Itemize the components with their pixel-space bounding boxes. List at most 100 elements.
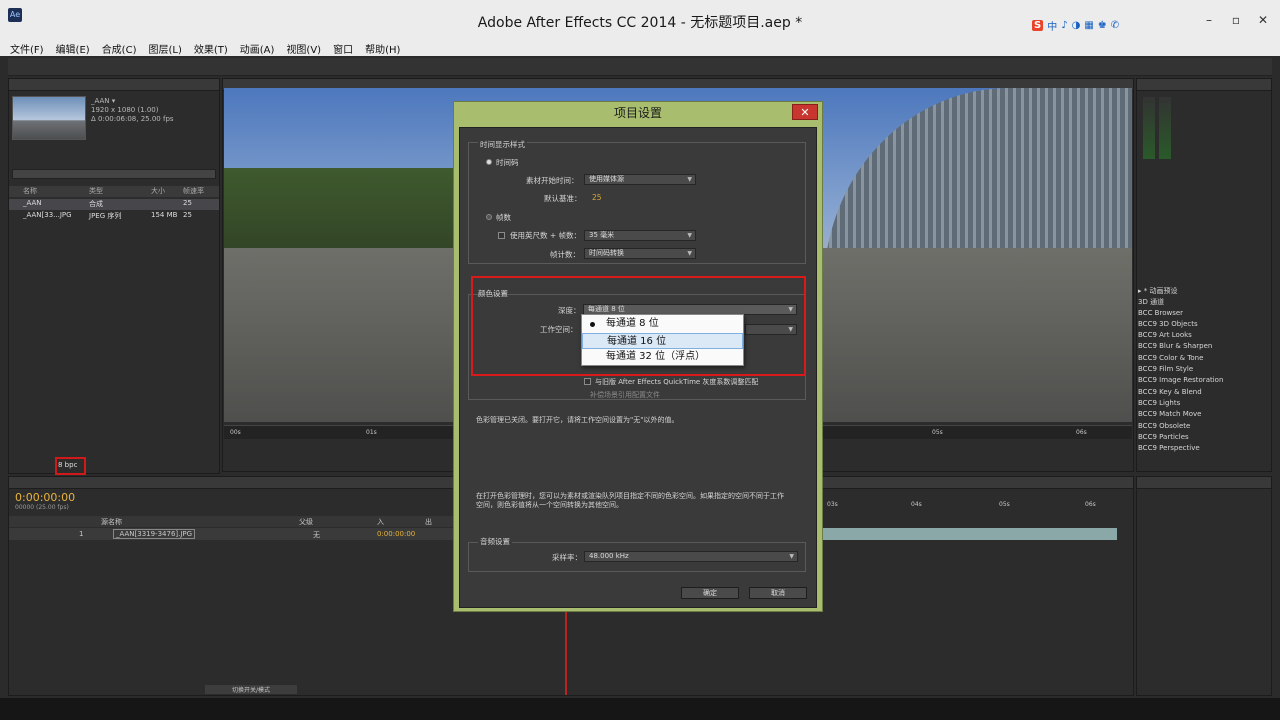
default-base-label: 默认基准： <box>544 194 582 203</box>
effect-item[interactable]: BCC9 Perspective <box>1138 444 1262 455</box>
ime-skin-icon[interactable]: ♚ <box>1098 20 1107 31</box>
depth-option-label: 每通道 32 位（浮点） <box>606 351 706 362</box>
feet-frames-checkbox[interactable] <box>498 232 505 239</box>
timecode-radio-label[interactable]: 时间码 <box>496 157 519 168</box>
dialog-close-icon[interactable]: ✕ <box>792 104 818 120</box>
ime-punct-icon[interactable]: ♪ <box>1061 20 1067 31</box>
audio-meter <box>1143 97 1155 159</box>
right-bottom-tab-strip[interactable] <box>1137 477 1271 489</box>
parent-select[interactable]: 无 <box>313 530 320 540</box>
menu-effect[interactable]: 效果(T) <box>194 41 228 56</box>
col-out[interactable]: 出 <box>425 517 432 527</box>
effect-item[interactable]: BCC9 Lights <box>1138 399 1262 410</box>
frames-radio[interactable] <box>486 214 492 220</box>
ime-keyboard-icon[interactable]: ▦ <box>1084 20 1093 31</box>
cm-on-note: 在打开色彩管理时，您可以为素材或渲染队列项目指定不同的色彩空间。如果指定的空间不… <box>476 492 784 509</box>
minimize-icon[interactable]: – <box>1202 14 1216 26</box>
maximize-icon[interactable]: ▫ <box>1229 14 1243 26</box>
menu-composition[interactable]: 合成(C) <box>102 41 137 56</box>
effect-item[interactable]: BCC9 Blur & Sharpen <box>1138 342 1262 353</box>
col-name[interactable]: 名称 <box>9 186 89 197</box>
ruler-tick: 05s <box>999 501 1010 508</box>
menu-animation[interactable]: 动画(A) <box>240 41 275 56</box>
effect-item[interactable]: BCC Browser <box>1138 309 1262 320</box>
feet-select[interactable]: 35 毫米 <box>584 230 696 241</box>
ruler-tick: 06s <box>1076 429 1087 436</box>
menu-view[interactable]: 视图(V) <box>286 41 321 56</box>
cm-off-note: 色彩管理已关闭。要打开它，请将工作空间设置为"无"以外的值。 <box>476 416 679 424</box>
col-parent[interactable]: 父级 <box>299 517 313 527</box>
dialog-title: 项目设置 <box>613 106 662 120</box>
feet-frames-label: 使用英尺数 + 帧数： <box>510 231 582 240</box>
audio-meter <box>1159 97 1171 159</box>
project-column-header: 名称 类型 大小 帧速率 <box>9 186 219 197</box>
project-search-input[interactable] <box>12 169 216 179</box>
menu-layer[interactable]: 图层(L) <box>148 41 181 56</box>
effect-item[interactable]: BCC9 Key & Blend <box>1138 388 1262 399</box>
ok-button[interactable]: 确定 <box>681 587 739 599</box>
frame-count-select[interactable]: 时间码转换 <box>584 248 696 259</box>
fps-note: 00000 (25.00 fps) <box>15 504 69 511</box>
paragraph-panel <box>1136 476 1272 696</box>
effect-item[interactable]: BCC9 Match Move <box>1138 410 1262 421</box>
compensate-label: 补偿场景引用配置文件 <box>590 391 660 399</box>
effect-item[interactable]: BCC9 3D Objects <box>1138 320 1262 331</box>
audio-tab-strip[interactable] <box>1137 79 1271 91</box>
depth-option-32[interactable]: 每通道 32 位（浮点） <box>582 349 743 365</box>
current-time[interactable]: 0:00:00:00 <box>15 491 75 504</box>
toggle-switches-button[interactable]: 切换开关/模式 <box>205 685 297 694</box>
row-name: _AAN <box>23 199 42 207</box>
col-size[interactable]: 大小 <box>151 186 183 197</box>
col-type[interactable]: 类型 <box>89 186 151 197</box>
menu-edit[interactable]: 编辑(E) <box>56 41 90 56</box>
effect-item[interactable]: BCC9 Art Looks <box>1138 331 1262 342</box>
effect-item[interactable]: BCC9 Obsolete <box>1138 422 1262 433</box>
effects-list: ▸ * 动画预设 3D 通道 BCC Browser BCC9 3D Objec… <box>1138 286 1262 455</box>
col-source-name[interactable]: 源名称 <box>101 517 122 527</box>
menu-help[interactable]: 帮助(H) <box>365 41 400 56</box>
project-row[interactable]: _AAN[33...JPG JPEG 序列 154 MB 25 <box>9 211 219 222</box>
media-start-select[interactable]: 使用媒体源 <box>584 174 696 185</box>
row-fps: 25 <box>183 211 192 219</box>
audio-settings-label: 音频设置 <box>478 536 512 547</box>
row-name: _AAN[33...JPG <box>23 211 72 219</box>
col-fps[interactable]: 帧速率 <box>183 186 204 197</box>
menu-file[interactable]: 文件(F) <box>10 41 44 56</box>
match-legacy-label: 与旧版 After Effects QuickTime 灰度系数调整匹配 <box>595 378 759 386</box>
item-name[interactable]: _AAN ▾ <box>91 97 115 105</box>
effect-item[interactable]: BCC9 Color & Tone <box>1138 354 1262 365</box>
ruler-tick: 04s <box>911 501 922 508</box>
sample-rate-select[interactable]: 48.000 kHz <box>584 551 798 562</box>
effect-item[interactable]: BCC9 Particles <box>1138 433 1262 444</box>
item-dimensions: 1920 x 1080 (1.00) <box>91 106 159 114</box>
in-point[interactable]: 0:00:00:00 <box>377 530 415 538</box>
effect-item[interactable]: BCC9 Film Style <box>1138 365 1262 376</box>
ime-toolbar[interactable]: S 中 ♪ ◑ ▦ ♚ ✆ <box>1032 18 1119 33</box>
effect-item[interactable]: BCC9 Image Restoration <box>1138 376 1262 387</box>
ime-lang[interactable]: 中 <box>1047 18 1057 33</box>
project-row[interactable]: _AAN 合成 25 <box>9 199 219 210</box>
col-in[interactable]: 入 <box>377 517 384 527</box>
sogou-icon[interactable]: S <box>1032 19 1044 31</box>
cancel-button[interactable]: 取消 <box>749 587 807 599</box>
ruler-tick: 00s <box>230 429 241 436</box>
effect-item[interactable]: 3D 通道 <box>1138 297 1262 308</box>
ime-tools-icon[interactable]: ✆ <box>1111 20 1119 31</box>
default-base-value[interactable]: 25 <box>592 193 602 202</box>
bpc-button[interactable]: 8 bpc <box>58 461 77 469</box>
effect-item[interactable]: ▸ * 动画预设 <box>1138 286 1262 297</box>
match-legacy-checkbox[interactable] <box>584 378 591 385</box>
close-window-icon[interactable]: ✕ <box>1256 14 1270 26</box>
ime-width-icon[interactable]: ◑ <box>1072 20 1081 31</box>
playhead[interactable] <box>565 607 567 695</box>
layer-name[interactable]: _AAN[3319-3476].JPG <box>113 529 196 539</box>
frames-radio-label[interactable]: 帧数 <box>496 212 511 223</box>
project-thumbnail <box>12 96 86 140</box>
depth-option-8[interactable]: 每通道 8 位 <box>582 316 743 332</box>
timecode-radio[interactable] <box>486 159 492 165</box>
selected-dot-icon <box>590 322 595 327</box>
depth-option-16[interactable]: 每通道 16 位 <box>582 333 743 349</box>
menu-window[interactable]: 窗口 <box>333 41 353 56</box>
project-tab-strip[interactable] <box>9 79 219 91</box>
tools-toolbar[interactable] <box>8 58 1272 76</box>
